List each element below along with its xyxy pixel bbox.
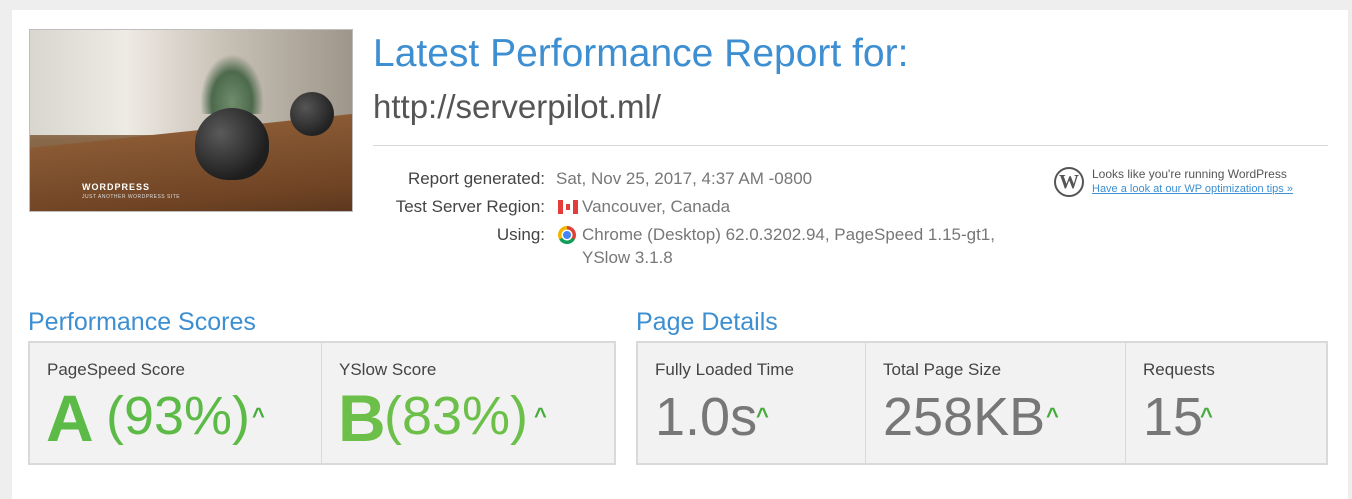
thumbnail-brand: WORDPRESS bbox=[82, 182, 151, 192]
using-value-line2: YSlow 3.1.8 bbox=[582, 248, 673, 267]
load-time-value: 1.0s bbox=[655, 387, 758, 447]
wp-notice-text: Looks like you're running WordPress bbox=[1092, 167, 1287, 181]
wp-optimization-link[interactable]: Have a look at our WP optimization tips … bbox=[1092, 183, 1293, 195]
load-time-up-arrow-icon: ^ bbox=[756, 403, 769, 428]
load-time-label: Fully Loaded Time bbox=[655, 360, 794, 379]
performance-scores-panel: PageSpeed Score A (93%) ^ YSlow Score B … bbox=[28, 341, 616, 465]
thumbnail-subtitle: JUST ANOTHER WORDPRESS SITE bbox=[82, 194, 181, 200]
divider bbox=[373, 145, 1328, 146]
load-time-cell: Fully Loaded Time 1.0s ^ bbox=[638, 343, 866, 463]
page-size-label: Total Page Size bbox=[883, 360, 1002, 379]
using-value-line1: Chrome (Desktop) 62.0.3202.94, PageSpeed… bbox=[582, 225, 995, 244]
performance-scores-title: Performance Scores bbox=[28, 308, 256, 336]
yslow-label: YSlow Score bbox=[339, 360, 437, 379]
page-title: Latest Performance Report for: bbox=[373, 32, 909, 75]
page-size-cell: Total Page Size 258KB ^ bbox=[866, 343, 1126, 463]
wordpress-icon: W bbox=[1054, 167, 1084, 197]
yslow-grade: B bbox=[338, 381, 386, 455]
thumbnail-pot bbox=[195, 108, 269, 180]
requests-cell: Requests 15 ^ bbox=[1126, 343, 1326, 463]
requests-value: 15 bbox=[1143, 387, 1204, 447]
pagespeed-label: PageSpeed Score bbox=[47, 360, 185, 379]
page-size-value: 258KB bbox=[883, 387, 1046, 447]
yslow-score-cell: YSlow Score B (83%) ^ bbox=[322, 343, 614, 463]
thumbnail-plant bbox=[200, 54, 264, 114]
region-label: Test Server Region: bbox=[395, 197, 545, 216]
pagespeed-grade: A bbox=[46, 381, 94, 455]
thumbnail-pot-small bbox=[290, 92, 334, 136]
pagespeed-percent: (93%) bbox=[106, 386, 251, 446]
yslow-up-arrow-icon: ^ bbox=[534, 403, 547, 428]
yslow-percent: (83%) bbox=[384, 386, 529, 446]
report-card: WORDPRESS JUST ANOTHER WORDPRESS SITE La… bbox=[12, 10, 1348, 499]
report-generated-label: Report generated: bbox=[407, 169, 545, 188]
page-details-title: Page Details bbox=[636, 308, 778, 336]
site-screenshot: WORDPRESS JUST ANOTHER WORDPRESS SITE bbox=[29, 29, 353, 212]
pagespeed-up-arrow-icon: ^ bbox=[252, 403, 265, 428]
canada-flag-icon bbox=[558, 200, 578, 214]
page-details-panel: Fully Loaded Time 1.0s ^ Total Page Size… bbox=[636, 341, 1328, 465]
page-size-up-arrow-icon: ^ bbox=[1046, 403, 1059, 428]
report-url: http://serverpilot.ml/ bbox=[373, 88, 661, 125]
requests-label: Requests bbox=[1143, 360, 1215, 379]
pagespeed-score-cell: PageSpeed Score A (93%) ^ bbox=[30, 343, 322, 463]
using-label: Using: bbox=[496, 225, 545, 244]
requests-up-arrow-icon: ^ bbox=[1200, 403, 1213, 428]
report-generated-value: Sat, Nov 25, 2017, 4:37 AM -0800 bbox=[556, 169, 813, 188]
region-value: Vancouver, Canada bbox=[582, 197, 731, 216]
chrome-icon bbox=[558, 226, 576, 244]
